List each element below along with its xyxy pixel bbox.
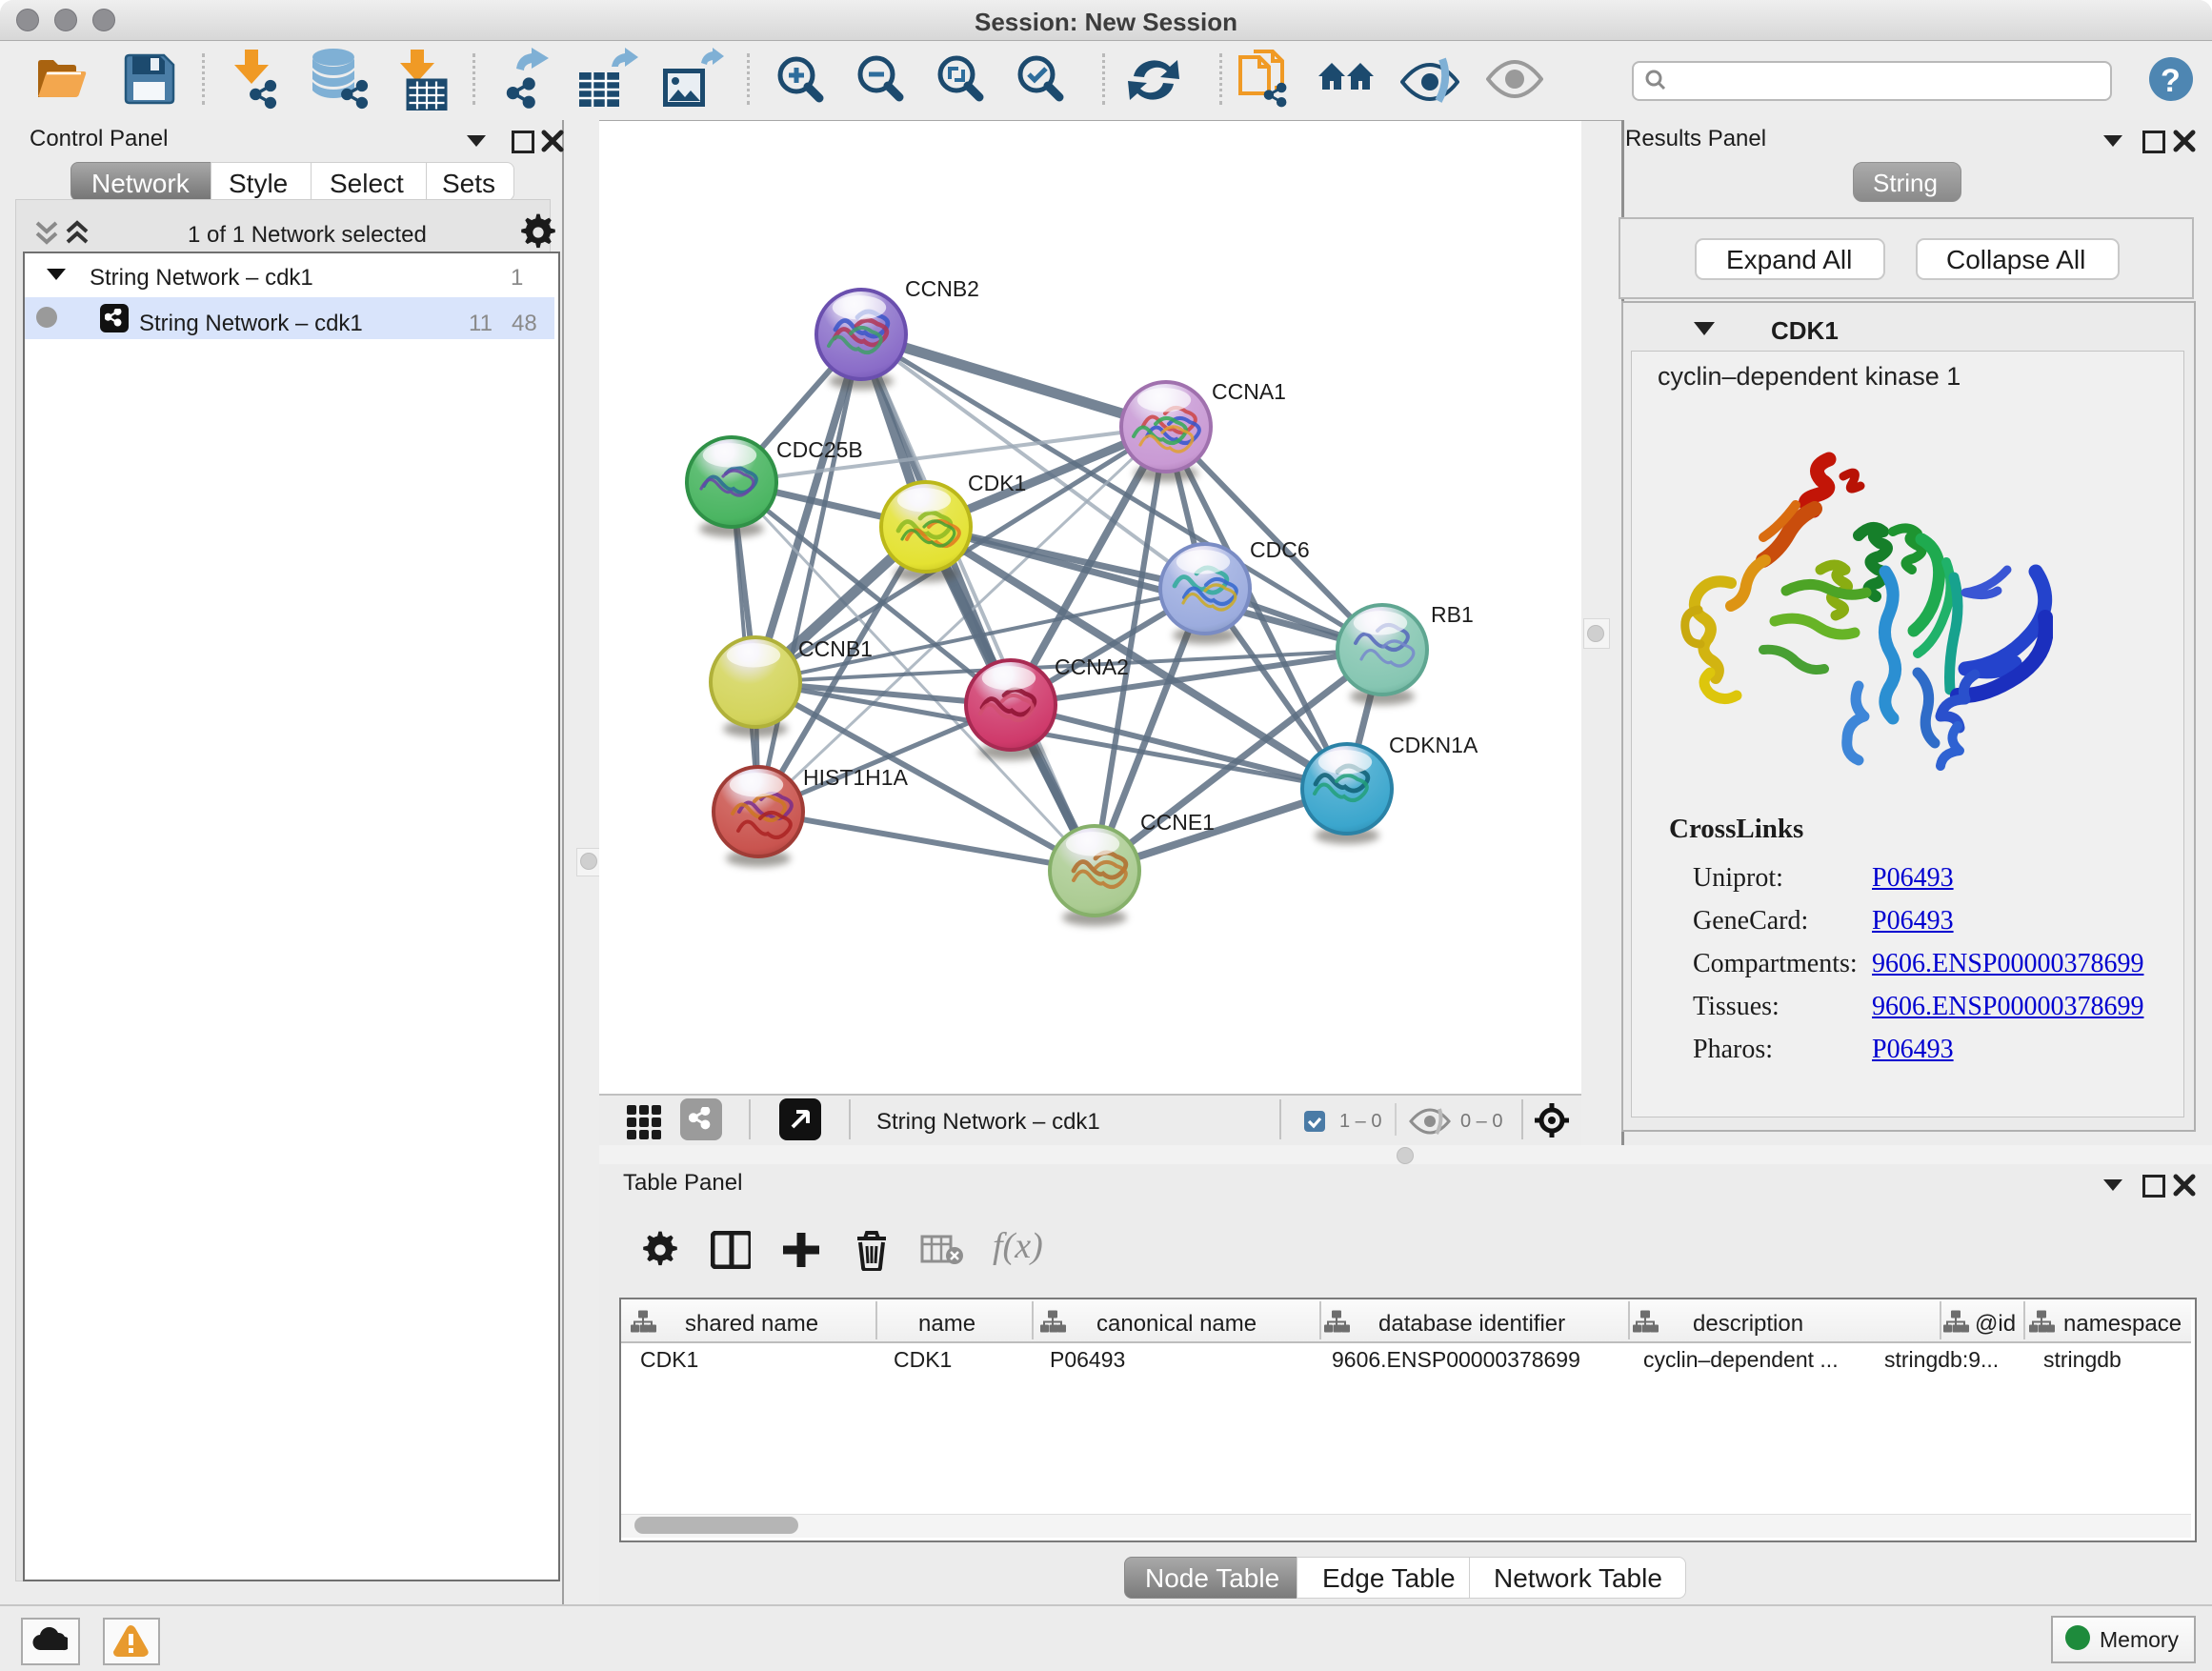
svg-text:CCNA2: CCNA2 — [1055, 654, 1129, 679]
svg-text:CCNB2: CCNB2 — [905, 276, 979, 301]
svg-text:CCNB1: CCNB1 — [798, 636, 873, 661]
svg-text:CCNA1: CCNA1 — [1212, 379, 1286, 404]
svg-text:CCNE1: CCNE1 — [1140, 810, 1215, 835]
svg-text:HIST1H1A: HIST1H1A — [803, 765, 909, 790]
svg-text:RB1: RB1 — [1431, 602, 1474, 627]
svg-text:CDC25B: CDC25B — [776, 437, 863, 462]
svg-text:CDK1: CDK1 — [968, 471, 1026, 495]
svg-text:CDC6: CDC6 — [1250, 537, 1310, 562]
svg-text:CDKN1A: CDKN1A — [1389, 733, 1478, 757]
